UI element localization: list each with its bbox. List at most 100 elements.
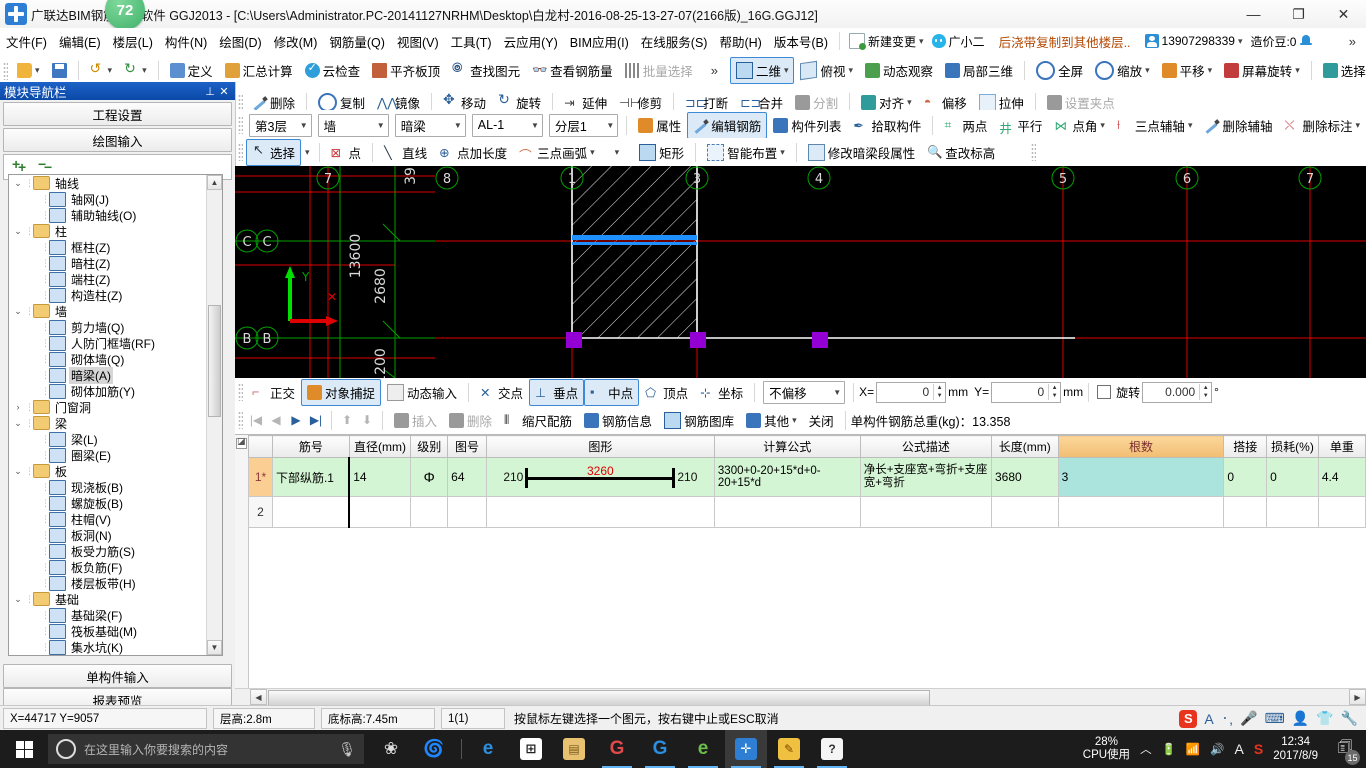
toolbar-grip-5[interactable] (1031, 143, 1037, 161)
two-point-axis-button[interactable]: ⌗ 两点 (938, 112, 993, 139)
coins-indicator[interactable]: 造价豆:0 (1246, 31, 1317, 52)
menu-floor[interactable]: 楼层(L) (107, 29, 159, 54)
delete-row-button[interactable]: 删除 (443, 407, 498, 434)
perpendicular-snap-toggle[interactable]: ⊥ 垂点 (529, 378, 585, 406)
dynamic-input-toggle[interactable]: 动态输入 (381, 379, 463, 406)
tree-item-leaf[interactable]: ⋮ 轴网(J) (9, 191, 206, 207)
toolbar1-overflow-icon[interactable]: » (707, 63, 722, 78)
layer-select[interactable]: 分层1 ▼ (548, 113, 619, 137)
tree-item-leaf[interactable]: ⋮ 板负筋(F) (9, 559, 206, 575)
tree-item-leaf[interactable]: ⋮ 筏板基础(M) (9, 623, 206, 639)
rotate-spin-up-icon[interactable]: ▲ (1200, 384, 1211, 392)
toolbar-grip-3[interactable] (238, 116, 243, 134)
tree-item-leaf[interactable]: ⋮ 楼层板带(H) (9, 575, 206, 591)
rotate-spinner-buttons[interactable]: ▲ ▼ (1199, 384, 1211, 400)
select-all-corner-icon[interactable] (236, 436, 247, 449)
pick-component-button[interactable]: ✒ 拾取构件 (847, 112, 927, 139)
taskbar-app-browser-red[interactable]: G (596, 730, 638, 768)
arc-chevron-icon[interactable]: ▾ (590, 147, 595, 158)
cell-level[interactable] (410, 496, 449, 528)
cell-count[interactable]: 3 (1057, 457, 1225, 497)
other-button[interactable]: 其他 ▾ (740, 407, 803, 434)
taskbar-app-ggj[interactable]: ✛ (725, 730, 767, 768)
cell-formula[interactable]: 3300+0-20+15*d+0-20+15*d (713, 457, 861, 497)
taskbar-app-fan[interactable]: ❀ (370, 730, 412, 768)
select-tool-button[interactable]: 选择 (246, 138, 302, 166)
cell-loss[interactable] (1266, 496, 1319, 528)
tree-item-leaf[interactable]: ⋮ 柱帽(V) (9, 511, 206, 527)
tree-item-leaf[interactable]: ⋮ 人防门框墙(RF) (9, 335, 206, 351)
floor-select[interactable]: 第3层 ▼ (249, 113, 312, 137)
chevron-down-icon[interactable]: ▾ (919, 36, 924, 47)
th-formula[interactable]: 计算公式 (713, 435, 861, 458)
component-name-select[interactable]: AL-1 ▼ (471, 113, 543, 137)
parallel-axis-button[interactable]: 井平行 (993, 112, 1048, 139)
point-angle-axis-button[interactable]: ⋈ 点角 ▾ (1048, 112, 1111, 139)
tree-item-leaf[interactable]: ⋮ 梁(L) (9, 431, 206, 447)
chevron-right-icon[interactable]: › (11, 402, 25, 412)
tree-item-leaf[interactable]: ⋮ 暗梁(A) (9, 366, 206, 384)
smart-layout-button[interactable]: 智能布置 ▾ (701, 139, 791, 166)
flush-slab-top-button[interactable]: 平齐板顶 (366, 57, 446, 84)
ime-user-icon[interactable]: 👤 (1292, 710, 1309, 727)
user-nick-button[interactable]: 广小二 (928, 31, 989, 52)
table-horizontal-scrollbar[interactable]: ◀ ▶ (235, 688, 1366, 706)
tree-item-leaf[interactable]: ⋮ 端柱(Z) (9, 271, 206, 287)
y-spin-up-icon[interactable]: ▲ (1049, 384, 1060, 392)
cell-rebar-name[interactable] (271, 496, 351, 528)
account-button[interactable]: 13907298339 ▾ (1141, 32, 1247, 50)
draw-overflow-chevron-icon[interactable]: ▾ (601, 147, 634, 158)
taskbar-app-browser-green[interactable]: e (682, 730, 724, 768)
cell-shape[interactable] (485, 496, 715, 528)
top-view-button[interactable]: 俯视 ▾ (794, 57, 859, 84)
top-view-chevron-icon[interactable]: ▾ (849, 65, 854, 76)
category-chevron-down-icon[interactable]: ▼ (377, 121, 385, 130)
ime-skin-icon[interactable]: 👕 (1316, 710, 1333, 727)
cloud-check-button[interactable]: 云检查 (299, 57, 367, 84)
drawing-canvas[interactable]: 7 8 1 3 4 5 6 7 CC BB 13600 2680 1200 39… (235, 166, 1366, 378)
last-record-button[interactable]: ▶| (306, 413, 326, 427)
tree-item-leaf[interactable]: ⋮ 砌体墙(Q) (9, 351, 206, 367)
sogou-tray-icon[interactable]: S (1254, 741, 1263, 757)
view-rebar-quantity-button[interactable]: 👓 查看钢筋量 (526, 57, 619, 84)
view-2d-button[interactable]: 二维 ▾ (729, 57, 795, 84)
taskbar-app-browser-blue[interactable]: G (639, 730, 681, 768)
expand-all-icon[interactable] (12, 156, 28, 175)
chevron-down-icon[interactable]: ⌄ (11, 306, 25, 317)
smart-layout-chevron-icon[interactable]: ▾ (780, 147, 785, 158)
redo-chevron-icon[interactable]: ▾ (142, 65, 147, 76)
component-name-chevron-down-icon[interactable]: ▼ (531, 121, 539, 130)
collapse-all-icon[interactable] (38, 156, 54, 175)
snapbar-grip[interactable] (238, 383, 243, 401)
x-offset-input[interactable]: 0 ▲ ▼ (876, 381, 947, 403)
chevron-down-icon[interactable]: ⌄ (11, 418, 25, 429)
object-snap-toggle[interactable]: 对象捕捉 (301, 378, 382, 406)
wifi-icon[interactable]: 📶 (1186, 742, 1200, 756)
account-chevron-down-icon[interactable]: ▾ (1238, 36, 1243, 47)
coordinate-snap-toggle[interactable]: ⊹ 坐标 (694, 379, 749, 406)
delete-aux-axis-button[interactable]: 删除辅轴 (1198, 112, 1278, 139)
insert-row-button[interactable]: 插入 (388, 407, 443, 434)
action-center-button[interactable]: 🗊 15 (1328, 730, 1362, 768)
align-chevron-icon[interactable]: ▾ (907, 97, 912, 108)
soft-keyboard-icon[interactable]: ⌨ (1264, 710, 1284, 727)
bell-icon[interactable] (1299, 34, 1313, 48)
three-point-axis-button[interactable]: ⟊ 三点辅轴 ▾ (1111, 112, 1199, 139)
menu-component[interactable]: 构件(N) (159, 29, 213, 54)
tree-item-leaf[interactable]: ⋮ 辅助轴线(O) (9, 207, 206, 223)
taskbar-search-box[interactable]: 在这里输入你要搜索的内容 🎙 (48, 734, 364, 764)
tree-item-folder[interactable]: ⌄ ⋮ 墙 (9, 303, 206, 319)
ime-language-icon[interactable]: A (1235, 741, 1244, 757)
tree-item-leaf[interactable]: ⋮ 板洞(N) (9, 527, 206, 543)
cell-unit-weight[interactable] (1317, 496, 1366, 528)
minimize-button[interactable]: — (1231, 0, 1276, 28)
screen-rotate-button[interactable]: 屏幕旋转 ▾ (1218, 57, 1306, 84)
ime-punctuation-icon[interactable]: ᛫, (1221, 711, 1233, 727)
offset-mode-select[interactable]: 不偏移 ▼ (763, 380, 846, 404)
taskbar-app-help[interactable]: ? (811, 730, 853, 768)
move-down-button[interactable]: ⬇ (357, 413, 377, 427)
find-element-button[interactable]: 查找图元 (446, 57, 526, 84)
define-button[interactable]: 定义 (164, 57, 219, 84)
new-change-button[interactable]: 新建变更 ▾ (845, 31, 928, 52)
y-spin-down-icon[interactable]: ▼ (1049, 392, 1060, 400)
